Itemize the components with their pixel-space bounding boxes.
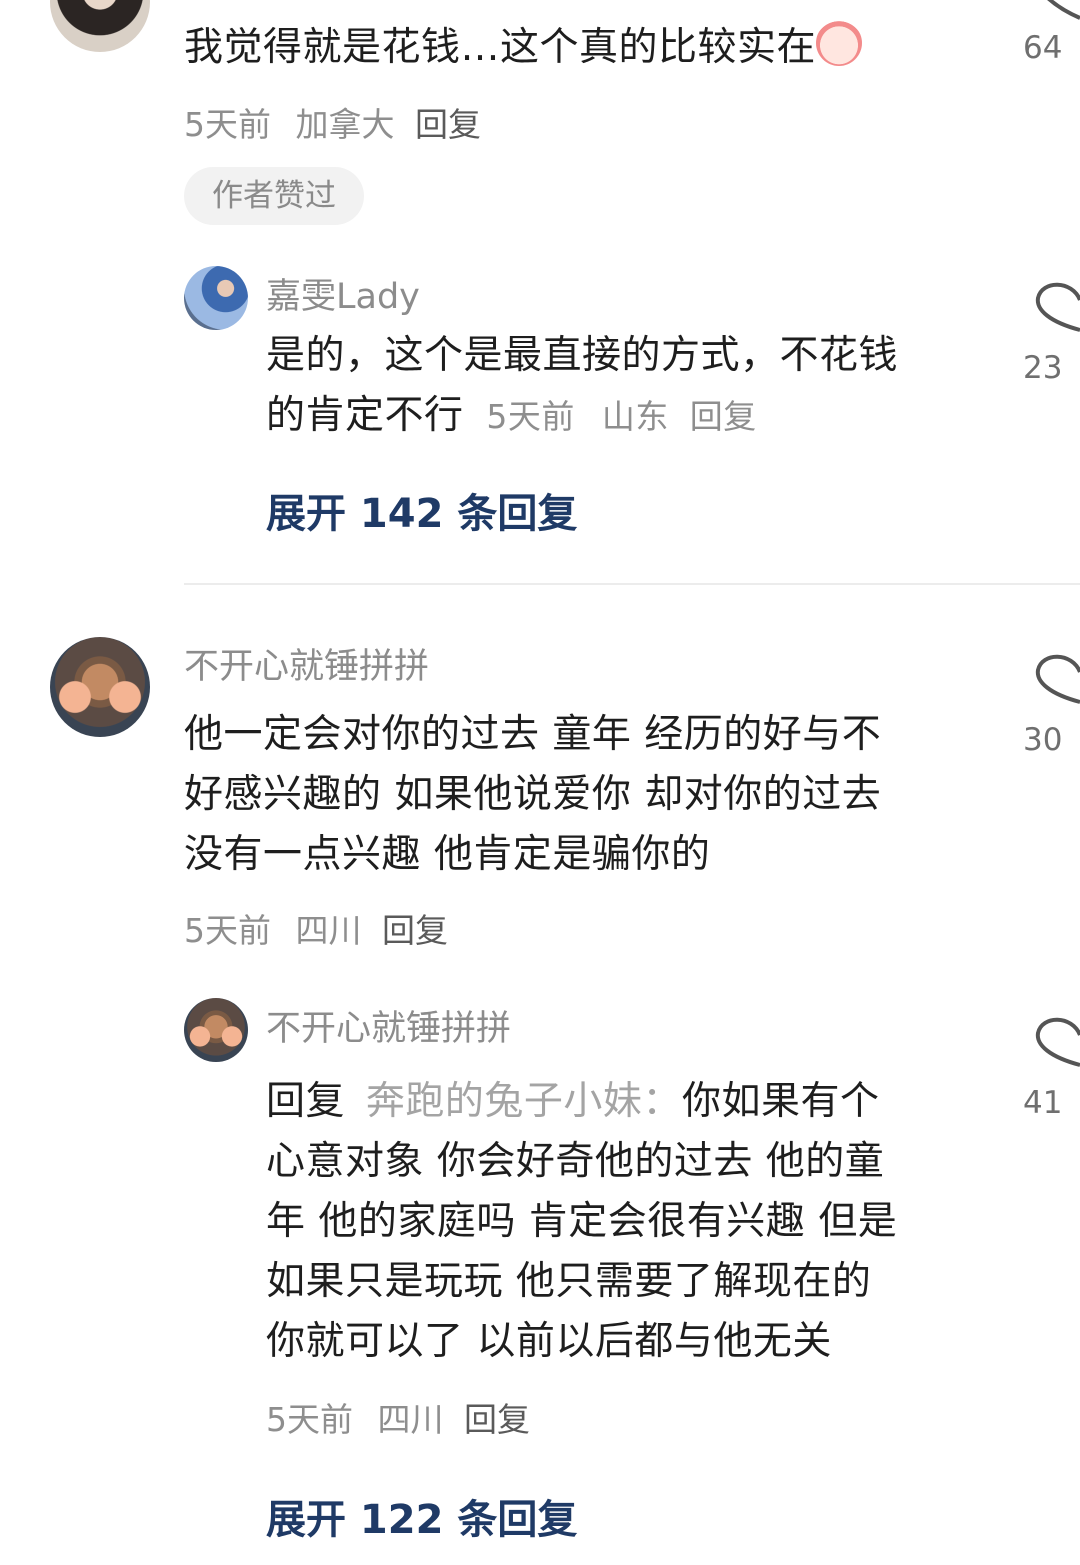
username[interactable]: 嘉雯Lady <box>266 268 420 319</box>
location: 四川 <box>377 1400 444 1439</box>
heart-icon <box>1035 654 1080 704</box>
comment-text: 他一定会对你的过去 童年 经历的好与不 好感兴趣的 如果他说爱你 却对你的过去 … <box>184 712 882 877</box>
timestamp: 5天前 <box>184 911 271 950</box>
reply-text: 回复 奔跑的兔子小妹：你如果有个 心意对象 你会好奇他的过去 他的童 年 他的家… <box>266 1079 898 1364</box>
like-count: 64 <box>1023 30 1063 66</box>
reply-button[interactable]: 回复 <box>690 397 757 436</box>
author-liked-badge: 作者赞过 <box>184 167 364 225</box>
reply-button[interactable]: 回复 <box>415 105 481 144</box>
like-button[interactable]: 41 <box>1020 1015 1080 1125</box>
comment-text: 我觉得就是花钱…这个真的比较实在 <box>184 18 863 78</box>
timestamp: 5天前 <box>486 397 575 436</box>
avatar[interactable] <box>184 266 248 330</box>
timestamp: 5天前 <box>184 105 271 144</box>
crying-face-icon <box>816 20 863 66</box>
like-button[interactable]: 64 <box>1020 0 1080 80</box>
location: 加拿大 <box>295 105 395 144</box>
comment-meta: 5天前 四川 回复 <box>266 1393 530 1441</box>
reply-button[interactable]: 回复 <box>382 911 448 950</box>
username[interactable]: 不开心就锤拼拼 <box>266 1000 511 1051</box>
divider <box>184 583 1080 585</box>
comment-meta: 5天前 四川 回复 <box>184 904 448 952</box>
reply-button[interactable]: 回复 <box>464 1400 530 1439</box>
comment-meta: 5天前 加拿大 回复 <box>184 98 481 146</box>
like-count: 23 <box>1023 350 1063 386</box>
location: 四川 <box>295 911 362 950</box>
username[interactable]: 不开心就锤拼拼 <box>184 638 429 689</box>
avatar[interactable] <box>50 637 150 737</box>
heart-icon <box>1047 0 1080 20</box>
like-count: 30 <box>1023 722 1063 758</box>
reply-to-user[interactable]: 奔跑的兔子小妹： <box>366 1079 682 1124</box>
expand-replies-button[interactable]: 展开 142 条回复 <box>266 481 577 539</box>
avatar[interactable] <box>184 998 248 1062</box>
like-button[interactable]: 30 <box>1020 652 1080 762</box>
heart-icon <box>1035 1017 1080 1067</box>
like-count: 41 <box>1023 1085 1063 1121</box>
expand-replies-button[interactable]: 展开 122 条回复 <box>266 1487 577 1545</box>
reply-text: 是的，这个是最直接的方式，不花钱 的肯定不行 5天前 山东 回复 <box>266 333 899 438</box>
location: 山东 <box>601 397 669 436</box>
heart-icon <box>1035 282 1080 332</box>
like-button[interactable]: 23 <box>1020 280 1080 390</box>
avatar[interactable] <box>50 0 150 52</box>
timestamp: 5天前 <box>266 1400 353 1439</box>
